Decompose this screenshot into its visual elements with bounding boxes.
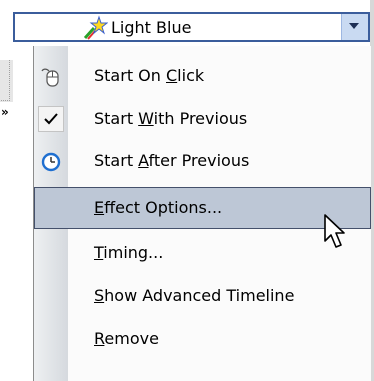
menu-item-remove[interactable]: Remove (34, 318, 371, 360)
dropdown-button[interactable] (341, 14, 368, 40)
sparkle-star-icon (83, 15, 108, 40)
tree-connector (1, 60, 10, 101)
collapse-chevron-icon[interactable]: » (1, 106, 9, 118)
effect-combo-box[interactable]: Light Blue (13, 12, 370, 42)
mouse-icon (41, 68, 59, 87)
menu-item-start-with-previous[interactable]: Start With Previous (34, 98, 371, 140)
menu-item-timing[interactable]: Timing... (34, 232, 371, 274)
effect-combo-value: Light Blue (111, 18, 192, 37)
checkmark-icon (44, 113, 58, 125)
menu-item-effect-options[interactable]: Effect Options... (34, 187, 371, 229)
task-pane-left-strip: » (0, 0, 13, 381)
mouse-pointer-icon (324, 214, 345, 248)
check-frame (38, 106, 64, 132)
chevron-down-icon (349, 23, 359, 29)
context-menu: Start On Click Start With Previous Start… (33, 46, 371, 381)
menu-item-start-after-previous[interactable]: Start After Previous (34, 140, 371, 182)
menu-item-show-advanced-timeline[interactable]: Show Advanced Timeline (34, 275, 371, 317)
clock-icon (41, 152, 61, 172)
menu-item-start-on-click[interactable]: Start On Click (34, 55, 371, 97)
